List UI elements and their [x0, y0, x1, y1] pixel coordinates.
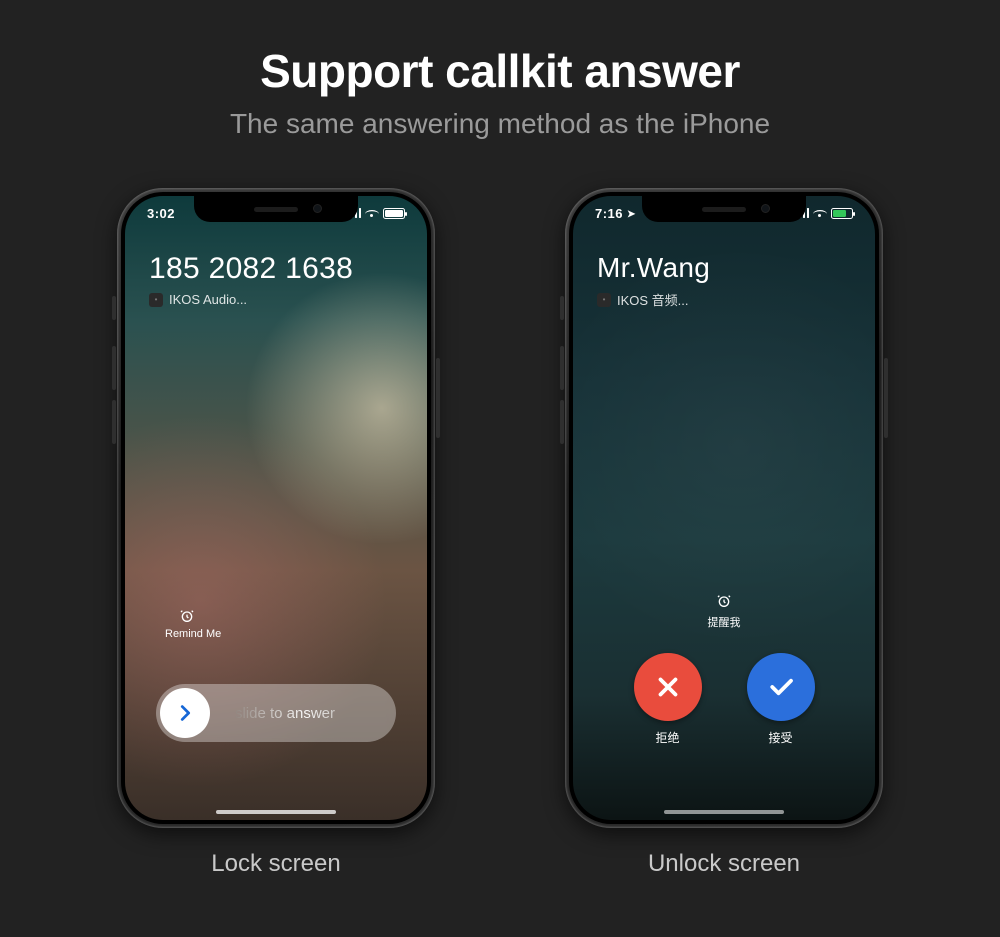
silence-switch	[560, 296, 564, 320]
status-time: 3:02	[147, 206, 175, 221]
check-icon	[766, 672, 796, 702]
page-subtitle: The same answering method as the iPhone	[0, 108, 1000, 140]
remind-me-button[interactable]: 提醒我	[573, 593, 875, 630]
phone-mockup-lock: 3:02 185 2082 1638 • IKOS Audio...	[117, 188, 435, 828]
phone-mockup-unlock: 7:16➤ Mr.Wang • IKOS 音频...	[565, 188, 883, 828]
remind-me-label: 提醒我	[573, 614, 875, 630]
decline-button[interactable]	[634, 653, 702, 721]
speaker-grille	[254, 207, 298, 212]
volume-up-button	[112, 346, 116, 390]
location-icon: ➤	[627, 209, 636, 220]
home-indicator[interactable]	[664, 810, 784, 814]
remind-me-label: Remind Me	[165, 628, 245, 640]
decline-label: 拒绝	[655, 729, 679, 746]
battery-icon	[831, 208, 853, 219]
alarm-icon	[179, 608, 195, 624]
front-camera	[313, 204, 322, 213]
app-badge-icon: •	[149, 293, 163, 307]
slide-to-answer-label: slide to answer	[214, 705, 396, 722]
silence-switch	[112, 296, 116, 320]
speaker-grille	[702, 207, 746, 212]
caller-name: Mr.Wang	[597, 252, 851, 284]
phone-caption-unlock: Unlock screen	[648, 850, 800, 878]
status-time: 7:16➤	[595, 206, 636, 221]
volume-down-button	[560, 400, 564, 444]
notch	[194, 196, 358, 222]
power-button	[436, 358, 440, 438]
wifi-icon	[365, 208, 379, 218]
notch	[642, 196, 806, 222]
phone-caption-lock: Lock screen	[211, 850, 340, 878]
battery-icon	[383, 208, 405, 219]
slide-knob[interactable]	[160, 688, 210, 738]
incoming-call-header: Mr.Wang • IKOS 音频...	[597, 252, 851, 309]
chevron-right-icon	[174, 702, 196, 724]
volume-up-button	[560, 346, 564, 390]
alarm-icon	[716, 593, 732, 609]
caller-number: 185 2082 1638	[149, 252, 403, 286]
slide-to-answer[interactable]: slide to answer	[156, 684, 396, 742]
home-indicator[interactable]	[216, 810, 336, 814]
front-camera	[761, 204, 770, 213]
incoming-call-header: 185 2082 1638 • IKOS Audio...	[149, 252, 403, 307]
caller-app-label: IKOS 音频...	[617, 290, 689, 309]
volume-down-button	[112, 400, 116, 444]
power-button	[884, 358, 888, 438]
page-title: Support callkit answer	[0, 0, 1000, 98]
app-badge-icon: •	[597, 293, 611, 307]
wifi-icon	[813, 208, 827, 218]
close-icon	[653, 672, 683, 702]
remind-me-button[interactable]: Remind Me	[165, 608, 245, 640]
caller-app-label: IKOS Audio...	[169, 292, 247, 307]
accept-button[interactable]	[747, 653, 815, 721]
accept-label: 接受	[768, 729, 792, 746]
